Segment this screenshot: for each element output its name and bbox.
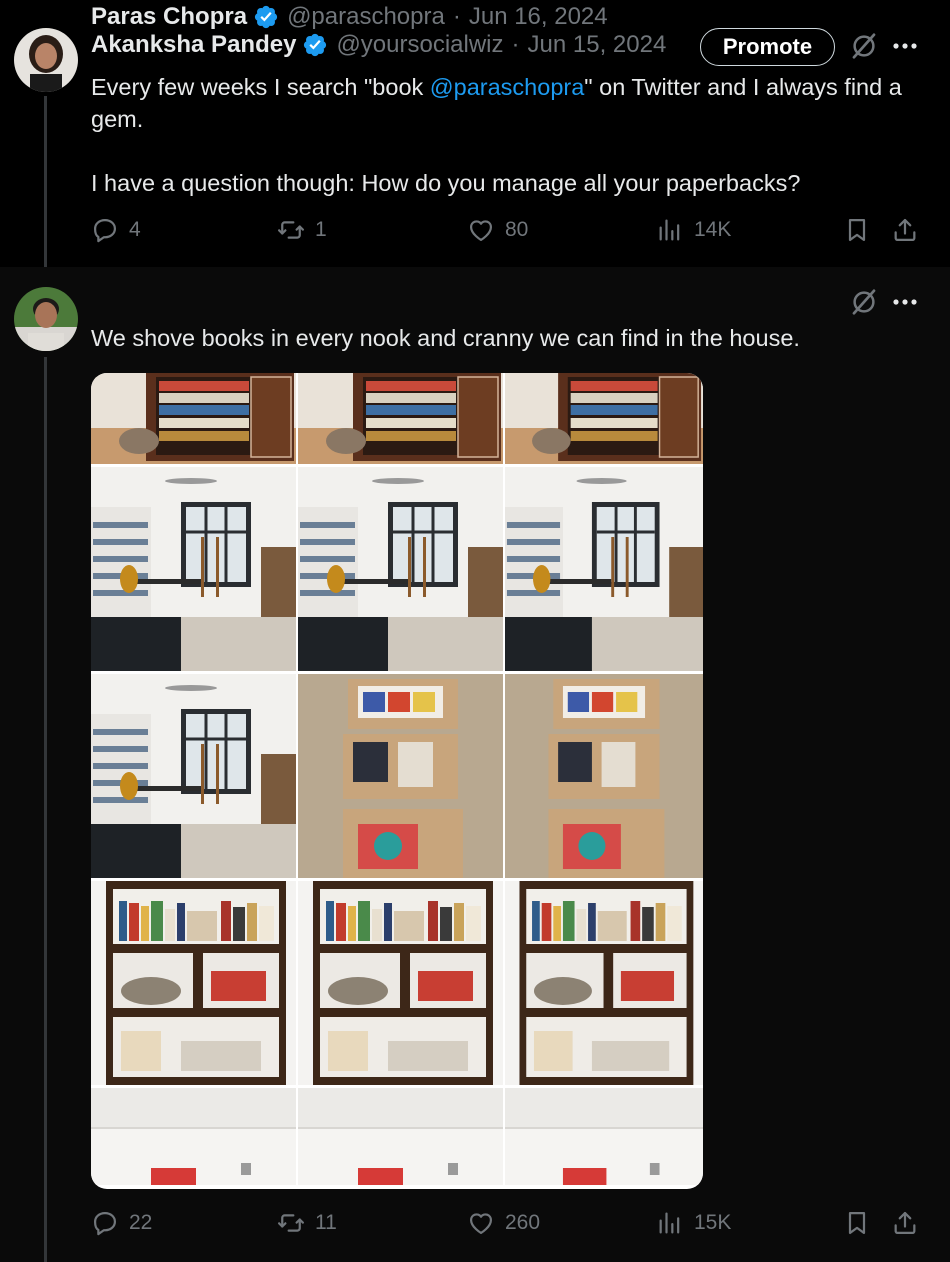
repost-button[interactable]: 11 <box>277 1209 337 1237</box>
separator: · <box>511 31 520 58</box>
photo-wooden-bookshelf <box>91 881 296 1085</box>
author-name[interactable]: Paras Chopra <box>91 3 247 31</box>
tweet-actions: 4 1 80 14K <box>91 216 921 252</box>
views-count: 15K <box>694 1211 732 1234</box>
like-icon <box>467 1209 495 1237</box>
repost-count: 11 <box>315 1211 337 1234</box>
reply-icon <box>91 1209 119 1237</box>
tweet-text-line: I have a question though: How do you man… <box>91 170 801 196</box>
author-handle[interactable]: @yoursocialwiz <box>336 31 503 59</box>
photo-living-room <box>298 467 503 671</box>
share-button[interactable] <box>891 1209 919 1237</box>
repost-icon <box>277 216 305 244</box>
bookmark-icon <box>843 1209 871 1237</box>
share-icon <box>891 216 919 244</box>
views-button[interactable]: 14K <box>656 216 731 244</box>
photo-bookshelf-cabinet <box>298 373 503 464</box>
like-button[interactable]: 80 <box>467 216 528 244</box>
photo-book-boxes <box>298 674 503 878</box>
reply-button[interactable]: 4 <box>91 216 141 244</box>
like-icon <box>467 216 495 244</box>
photo-ceiling <box>91 1088 296 1185</box>
bookmark-button[interactable] <box>843 216 871 244</box>
avatar[interactable] <box>14 287 78 351</box>
tweet-date[interactable]: Jun 15, 2024 <box>528 31 667 59</box>
photo-wooden-bookshelf <box>505 881 703 1085</box>
tweet-text: Every few weeks I search "book @parascho… <box>91 71 931 199</box>
tweet-actions: 22 11 260 15K <box>91 1209 921 1245</box>
photo-bookshelf-cabinet <box>505 373 703 464</box>
repost-button[interactable]: 1 <box>277 216 327 244</box>
bookmark-icon <box>843 216 871 244</box>
repost-count: 1 <box>315 218 327 241</box>
verified-badge-icon <box>302 32 328 58</box>
views-icon <box>656 216 684 244</box>
like-button[interactable]: 260 <box>467 1209 540 1237</box>
grok-icon[interactable] <box>849 287 879 317</box>
separator: · <box>452 3 461 30</box>
tweet-header: Paras Chopra @paraschopra · Jun 16, 2024 <box>91 0 608 34</box>
views-button[interactable]: 15K <box>656 1209 731 1237</box>
media-image[interactable] <box>91 373 703 1189</box>
more-icon[interactable] <box>890 287 920 317</box>
tweet-text: We shove books in every nook and cranny … <box>91 325 800 351</box>
tweet-date[interactable]: Jun 16, 2024 <box>469 3 608 31</box>
photo-ceiling <box>298 1088 503 1185</box>
tweet-text-part: Every few weeks I search "book <box>91 74 430 100</box>
views-count: 14K <box>694 218 732 241</box>
like-count: 260 <box>505 1211 541 1234</box>
views-icon <box>656 1209 684 1237</box>
author-name[interactable]: Akanksha Pandey <box>91 31 296 59</box>
share-button[interactable] <box>891 216 919 244</box>
avatar[interactable] <box>14 28 78 92</box>
photo-bookshelf-cabinet <box>91 373 296 464</box>
photo-living-room <box>505 467 703 671</box>
photo-book-boxes <box>505 674 703 878</box>
photo-living-room <box>91 467 296 671</box>
grok-icon[interactable] <box>849 31 879 61</box>
tweet-akanksha[interactable]: Akanksha Pandey @yoursocialwiz · Jun 15,… <box>0 0 950 267</box>
reply-button[interactable]: 22 <box>91 1209 152 1237</box>
mention-link[interactable]: @paraschopra <box>430 74 585 100</box>
more-icon[interactable] <box>890 31 920 61</box>
photo-wooden-bookshelf <box>298 881 503 1085</box>
share-icon <box>891 1209 919 1237</box>
author-handle[interactable]: @paraschopra <box>287 3 445 31</box>
thread-line <box>44 357 47 1262</box>
bookmark-button[interactable] <box>843 1209 871 1237</box>
promote-button[interactable]: Promote <box>700 28 835 66</box>
repost-icon <box>277 1209 305 1237</box>
photo-living-room <box>91 674 296 878</box>
reply-count: 22 <box>129 1211 153 1234</box>
thread-line <box>44 96 47 267</box>
reply-count: 4 <box>129 218 141 241</box>
like-count: 80 <box>505 218 529 241</box>
reply-icon <box>91 216 119 244</box>
photo-ceiling <box>505 1088 703 1185</box>
verified-badge-icon <box>253 4 279 30</box>
